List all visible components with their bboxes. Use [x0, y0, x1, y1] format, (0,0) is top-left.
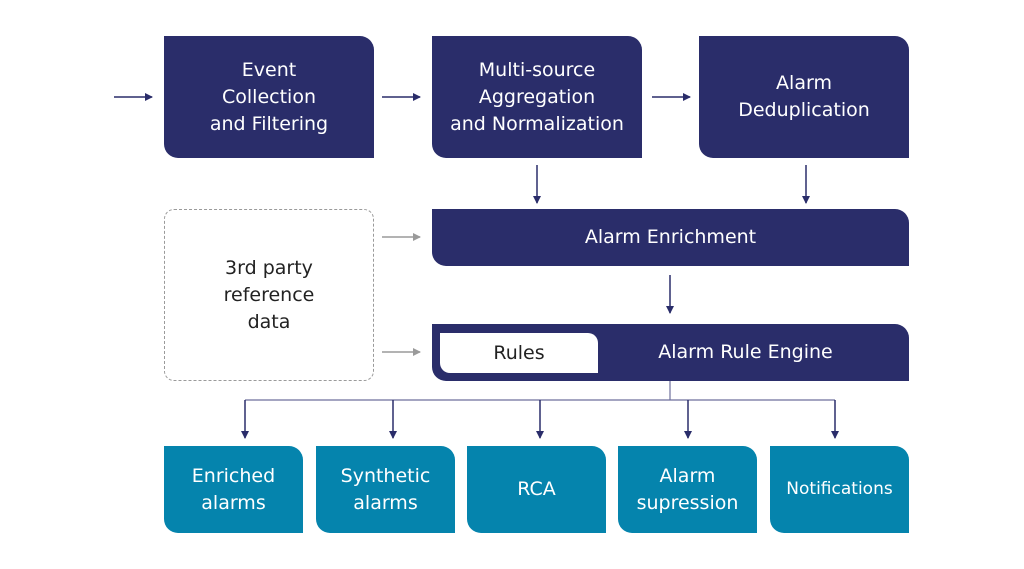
box-label: 3rd party reference data — [223, 256, 315, 333]
output-notifications: Notifications — [770, 446, 909, 533]
box-label: Alarm Rule Engine — [658, 341, 833, 363]
box-label: Enriched alarms — [191, 464, 276, 514]
output-synthetic-alarms: Synthetic alarms — [316, 446, 455, 533]
deduplication-box: Alarm Deduplication — [699, 36, 909, 158]
output-rca: RCA — [467, 446, 606, 533]
box-label: Alarm Enrichment — [584, 226, 757, 248]
enrichment-box: Alarm Enrichment — [432, 209, 909, 266]
box-label: RCA — [517, 478, 556, 500]
box-label: Alarm supression — [636, 464, 739, 514]
rules-box: Rules — [440, 333, 598, 373]
aggregation-box: Multi-source Aggregation and Normalizati… — [432, 36, 642, 158]
reference-data-box: 3rd party reference data — [164, 209, 374, 381]
box-label: Synthetic alarms — [340, 464, 431, 514]
output-alarm-suppression: Alarm supression — [618, 446, 757, 533]
event-collection-box: Event Collection and Filtering — [164, 36, 374, 158]
rules-label: Rules — [493, 342, 545, 364]
box-label: Multi-source Aggregation and Normalizati… — [450, 58, 624, 135]
box-label: Event Collection and Filtering — [209, 58, 329, 135]
output-enriched-alarms: Enriched alarms — [164, 446, 303, 533]
box-label: Alarm Deduplication — [738, 72, 870, 121]
box-label: Notifications — [786, 479, 893, 499]
